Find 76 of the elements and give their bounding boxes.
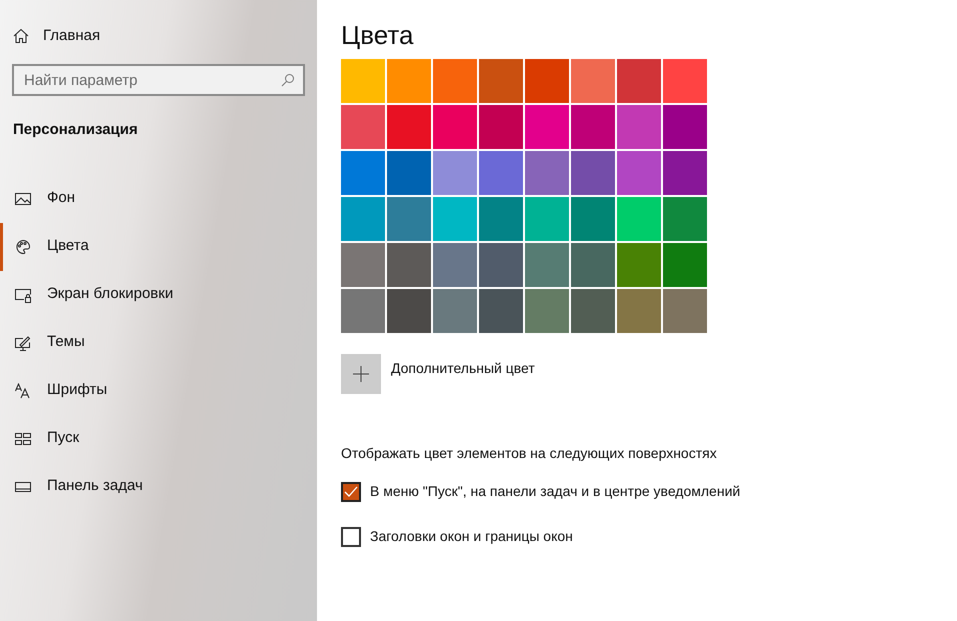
color-swatch[interactable]: [525, 59, 569, 103]
color-swatch[interactable]: [525, 289, 569, 333]
tiles-icon: [15, 430, 31, 446]
image-icon: [15, 190, 31, 206]
checkbox[interactable]: [341, 482, 361, 502]
color-swatch[interactable]: [617, 151, 661, 195]
color-swatch[interactable]: [479, 289, 523, 333]
color-swatch[interactable]: [387, 59, 431, 103]
nav-item[interactable]: Панель задач: [0, 462, 317, 510]
color-swatch[interactable]: [479, 59, 523, 103]
nav-item[interactable]: Шрифты: [0, 366, 317, 414]
color-swatch[interactable]: [433, 59, 477, 103]
color-swatch[interactable]: [433, 105, 477, 149]
color-swatch[interactable]: [663, 59, 707, 103]
color-swatch[interactable]: [525, 105, 569, 149]
color-swatch[interactable]: [341, 151, 385, 195]
nav-item[interactable]: Темы: [0, 318, 317, 366]
home-icon: [13, 28, 29, 44]
color-swatch[interactable]: [571, 105, 615, 149]
section-heading: Персонализация: [12, 120, 139, 140]
brush-monitor-icon: [15, 334, 31, 350]
palette-icon: [15, 238, 31, 254]
home-link[interactable]: Главная: [0, 26, 317, 46]
add-color-button[interactable]: [341, 354, 381, 394]
font-size-icon: [15, 382, 31, 398]
color-swatch[interactable]: [525, 243, 569, 287]
color-swatch[interactable]: [571, 289, 615, 333]
color-swatch[interactable]: [479, 151, 523, 195]
color-swatch[interactable]: [341, 289, 385, 333]
color-swatch[interactable]: [433, 151, 477, 195]
search-icon: [281, 73, 295, 87]
color-swatch[interactable]: [617, 197, 661, 241]
color-swatch[interactable]: [341, 197, 385, 241]
color-swatch[interactable]: [433, 243, 477, 287]
check-icon: [344, 484, 358, 498]
checkbox[interactable]: [341, 526, 361, 546]
color-swatch[interactable]: [433, 197, 477, 241]
surfaces-heading: Отображать цвет элементов на следующих поверхностях: [341, 444, 718, 463]
color-swatch[interactable]: [571, 59, 615, 103]
nav-item[interactable]: Цвета: [0, 222, 317, 270]
color-swatch[interactable]: [663, 151, 707, 195]
color-swatch[interactable]: [663, 197, 707, 241]
color-swatch[interactable]: [387, 289, 431, 333]
color-swatch[interactable]: [663, 243, 707, 287]
color-swatch[interactable]: [387, 105, 431, 149]
color-swatch[interactable]: [617, 289, 661, 333]
color-swatch[interactable]: [341, 243, 385, 287]
color-swatch[interactable]: [479, 243, 523, 287]
color-swatch[interactable]: [571, 197, 615, 241]
color-swatch[interactable]: [571, 151, 615, 195]
nav-item[interactable]: Фон: [0, 174, 317, 222]
nav-item[interactable]: Пуск: [0, 414, 317, 462]
color-swatch[interactable]: [617, 59, 661, 103]
checkbox-label: Заголовки окон и границы окон: [370, 527, 573, 546]
plus-icon: [353, 366, 369, 382]
color-swatch[interactable]: [387, 151, 431, 195]
color-swatch[interactable]: [341, 105, 385, 149]
color-swatch[interactable]: [663, 105, 707, 149]
search-field[interactable]: Найти параметр: [12, 64, 305, 96]
color-swatch[interactable]: [387, 243, 431, 287]
color-swatch[interactable]: [433, 289, 477, 333]
color-swatch[interactable]: [617, 243, 661, 287]
color-swatch[interactable]: [525, 197, 569, 241]
color-swatch[interactable]: [387, 197, 431, 241]
color-swatch[interactable]: [479, 197, 523, 241]
color-swatch[interactable]: [663, 289, 707, 333]
color-swatch[interactable]: [617, 105, 661, 149]
lock-screen-icon: [15, 286, 31, 302]
custom-color-label: Дополнительный цвет: [391, 359, 535, 378]
checkbox-label: В меню "Пуск", на панели задач и в центре уведомлений: [370, 482, 740, 501]
color-swatch[interactable]: [525, 151, 569, 195]
color-swatch[interactable]: [571, 243, 615, 287]
color-swatch[interactable]: [479, 105, 523, 149]
color-swatch[interactable]: [341, 59, 385, 103]
page-title: Цвета: [341, 19, 414, 52]
nav-item[interactable]: Экран блокировки: [0, 270, 317, 318]
